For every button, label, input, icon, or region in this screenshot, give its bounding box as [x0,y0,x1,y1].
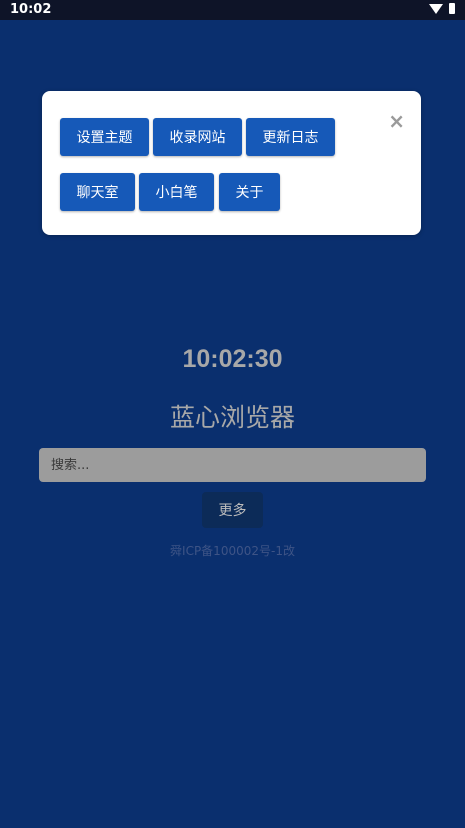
close-icon[interactable]: × [388,111,405,131]
chatroom-button[interactable]: 聊天室 [60,173,135,211]
clock: 10:02:30 [182,345,283,373]
notebook-button[interactable]: 小白笔 [139,173,214,211]
menu-popup: × 设置主题 收录网站 更新日志 聊天室 小白笔 关于 [42,91,421,235]
icp-footer: 舜ICP备100002号-1改 [170,544,295,558]
status-bar: 10:02 [0,0,465,20]
set-theme-button[interactable]: 设置主题 [60,118,149,156]
collect-site-button[interactable]: 收录网站 [153,118,242,156]
battery-icon [449,3,455,14]
status-time: 10:02 [10,2,52,17]
wifi-icon [429,3,443,14]
about-button[interactable]: 关于 [219,173,280,211]
more-button[interactable]: 更多 [202,492,263,528]
app-title: 蓝心浏览器 [169,403,295,432]
update-log-button[interactable]: 更新日志 [246,118,335,156]
search-input[interactable] [39,448,426,482]
system-icons [429,3,455,14]
